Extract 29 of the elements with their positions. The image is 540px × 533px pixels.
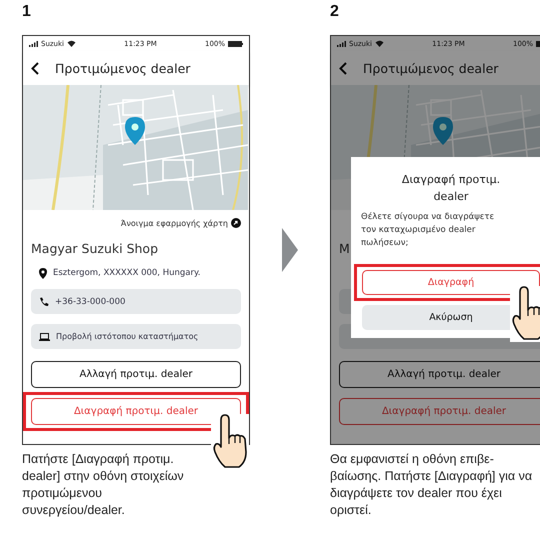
next-arrow-icon xyxy=(282,228,298,272)
shop-name: Magyar Suzuki Shop xyxy=(31,240,158,258)
signal-icon xyxy=(337,40,346,46)
website-field[interactable]: Προβολή ιστότοπου καταστήματος xyxy=(31,324,241,349)
location-pin-icon xyxy=(39,268,47,278)
step-number: 2 xyxy=(330,2,339,22)
laptop-icon xyxy=(39,332,50,340)
shop-name: M xyxy=(339,240,350,258)
dialog-message: Θέλετε σίγουρα να διαγράψετε τον καταχωρισμένο dealer πωλήσεων; xyxy=(360,211,496,250)
delete-button[interactable]: Διαγραφή προτιμ. dealer xyxy=(31,398,241,425)
phone-field[interactable]: +36-33-000-000 xyxy=(31,289,241,314)
change-dealer-button[interactable]: Αλλαγή προτιμ. dealer xyxy=(31,361,241,388)
address-text: Esztergom, XXXXXX 000, Hungary. xyxy=(53,268,201,278)
back-icon[interactable] xyxy=(339,62,347,74)
change-dealer-button[interactable]: Αλλαγή προτιμ. dealer xyxy=(339,361,540,388)
back-icon[interactable] xyxy=(31,62,39,74)
screen-title: Προτιμώμενος dealer xyxy=(55,60,190,76)
screen-title: Προτιμώμενος dealer xyxy=(363,60,498,76)
wifi-icon xyxy=(67,40,76,47)
step-caption: Πατήστε [Διαγραφή προτιμ. dealer] στην οθόνη στοιχείων προτιμώμενου συνεργείου/dealer. xyxy=(22,451,185,519)
dialog-title: Διαγραφή προτιμ. dealer xyxy=(400,172,502,205)
step-number: 1 xyxy=(22,2,31,22)
arrow-circle-icon xyxy=(231,218,241,228)
phone-icon xyxy=(39,296,49,306)
signal-icon xyxy=(29,40,38,46)
battery-icon xyxy=(228,40,243,46)
step-caption: Θα εμφανιστεί η οθόνη επιβε-βαίωσης. Πατήστε [Διαγραφή] για να διαγράψετε τον dealer που έχει οριστεί. xyxy=(330,451,534,519)
wifi-icon xyxy=(375,40,384,47)
open-map-link[interactable]: Άνοιγμα εφαρμογής χάρτη xyxy=(120,218,228,228)
